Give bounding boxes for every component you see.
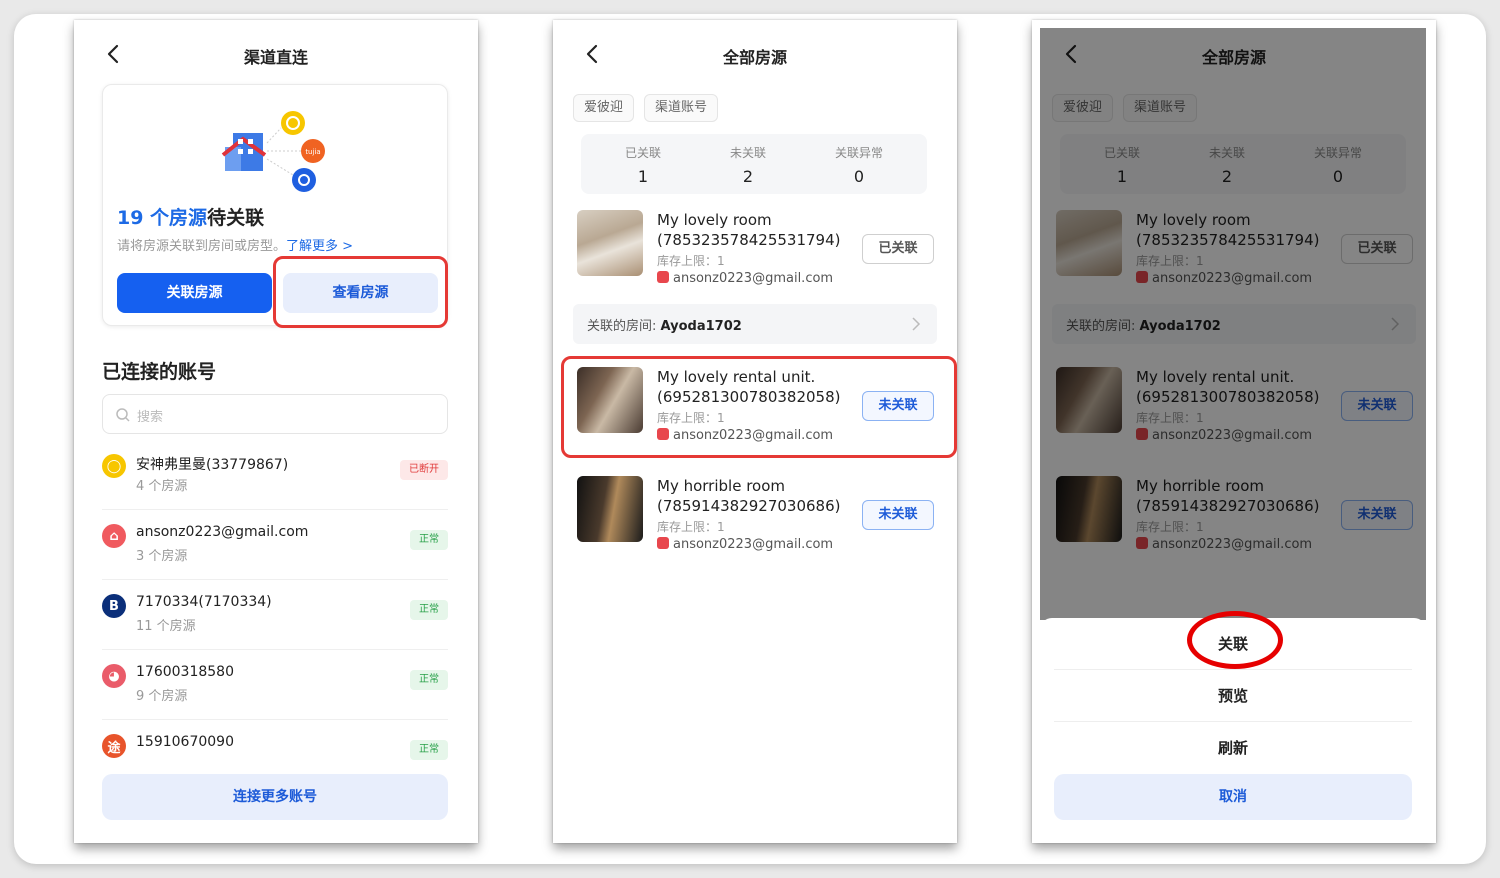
status-badge: 正常: [410, 600, 448, 620]
filter-chips: 爱彼迎 渠道账号: [573, 94, 719, 122]
account-row[interactable]: ◯ 安神弗里曼(33779867) 4 个房源 已断开: [102, 440, 448, 510]
status-badge: 已断开: [400, 460, 448, 480]
account-name: 7170334(7170334): [136, 594, 272, 610]
aibiying-icon: ◯: [102, 454, 126, 478]
linked-button[interactable]: 已关联: [862, 234, 934, 264]
xiaozhu-icon: ◕: [102, 664, 126, 688]
stat-value: 0: [853, 167, 865, 186]
account-name: 15910670090: [136, 734, 234, 750]
account-list: ◯ 安神弗里曼(33779867) 4 个房源 已断开 ⌂ ansonz0223…: [102, 440, 448, 760]
action-preview[interactable]: 预览: [1054, 670, 1412, 722]
airbnb-icon: ⌂: [102, 524, 126, 548]
account-listing-count: 9 个房源: [136, 689, 188, 704]
search-icon: [116, 408, 130, 422]
account-listing-count: 4 个房源: [136, 479, 188, 494]
account-row[interactable]: ◕ 17600318580 9 个房源 正常: [102, 650, 448, 720]
tujia-icon: 途: [102, 734, 126, 758]
account-name: 安神弗里曼(33779867): [136, 457, 289, 473]
chip-channel-account[interactable]: 渠道账号: [644, 94, 719, 122]
nav-bar: 渠道直连: [74, 20, 478, 90]
pending-count: 19 个房源: [117, 207, 208, 229]
listing-title: My horrible room (785914382927030686): [657, 477, 841, 515]
listing-thumbnail: [577, 210, 643, 276]
listing-account-email: ansonz0223@gmail.com: [673, 271, 834, 286]
chip-aibiying[interactable]: 爱彼迎: [573, 94, 635, 122]
listing-stock: 库存上限：1: [657, 520, 725, 534]
link-listings-button[interactable]: 关联房源: [117, 273, 272, 313]
listing-account: ansonz0223@gmail.com: [657, 271, 833, 286]
highlight-box: [561, 356, 957, 458]
connect-more-button[interactable]: 连接更多账号: [102, 774, 448, 820]
stat-error[interactable]: 关联异常 0: [809, 144, 909, 186]
listing-thumbnail: [577, 476, 643, 542]
linked-room-row[interactable]: 关联的房间: Ayoda1702: [573, 304, 937, 344]
listing-row[interactable]: My lovely room (785323578425531794) 库存上限…: [577, 210, 937, 298]
stat-label: 关联异常: [834, 146, 883, 160]
stat-unlinked[interactable]: 未关联 2: [698, 144, 798, 186]
highlight-circle: [1187, 611, 1283, 669]
search-placeholder: 搜索: [137, 410, 164, 425]
listing-account: ansonz0223@gmail.com: [657, 537, 833, 552]
booking-icon: B: [102, 594, 126, 618]
status-badge: 正常: [410, 530, 448, 550]
learn-more-link[interactable]: 了解更多 >: [286, 239, 353, 254]
page-title: 渠道直连: [243, 48, 308, 67]
account-row[interactable]: ⌂ ansonz0223@gmail.com 3 个房源 正常: [102, 510, 448, 580]
connected-accounts-title: 已连接的账号: [102, 361, 217, 383]
stat-value: 1: [637, 167, 649, 186]
action-refresh[interactable]: 刷新: [1054, 722, 1412, 774]
channels-illustration-icon: tujia: [221, 103, 331, 193]
linked-room-label: 关联的房间:: [587, 319, 657, 334]
stat-label: 已关联: [624, 146, 661, 160]
status-badge: 正常: [410, 670, 448, 690]
stat-value: 2: [742, 167, 754, 186]
nav-bar: 全部房源: [553, 20, 957, 90]
stat-linked[interactable]: 已关联 1: [593, 144, 693, 186]
account-row[interactable]: 途 15910670090 正常: [102, 720, 448, 760]
chevron-right-icon: [912, 317, 921, 331]
account-listing-count: 11 个房源: [136, 619, 196, 634]
listing-row[interactable]: My horrible room (785914382927030686) 库存…: [577, 476, 937, 564]
cancel-button[interactable]: 取消: [1054, 774, 1412, 820]
account-row[interactable]: B 7170334(7170334) 11 个房源 正常: [102, 580, 448, 650]
pending-suffix: 待关联: [207, 207, 265, 229]
account-listing-count: 3 个房源: [136, 549, 188, 564]
listing-title: My lovely room (785323578425531794): [657, 211, 841, 249]
stat-label: 未关联: [729, 146, 766, 160]
search-input[interactable]: 搜索: [102, 394, 448, 434]
highlight-box: [273, 256, 448, 328]
modal-backdrop[interactable]: [1040, 28, 1426, 620]
screen-channel-direct: 渠道直连 tujia 19 个房源待关联 请将房源关联到房间或房型。了解更多 >…: [74, 20, 478, 843]
pending-description: 请将房源关联到房间或房型。了解更多 >: [117, 235, 353, 254]
unlinked-button[interactable]: 未关联: [862, 500, 934, 530]
account-name: ansonz0223@gmail.com: [136, 524, 309, 540]
screen-all-listings: 全部房源 爱彼迎 渠道账号 已关联 1 未关联 2 关联异常 0 My love…: [553, 20, 957, 843]
link-stats: 已关联 1 未关联 2 关联异常 0: [581, 134, 927, 194]
linked-room-value: Ayoda1702: [660, 319, 742, 334]
pending-headline: 19 个房源待关联: [117, 203, 264, 230]
airbnb-icon: [657, 271, 669, 283]
page-title: 全部房源: [722, 48, 787, 67]
listing-account-email: ansonz0223@gmail.com: [673, 537, 834, 552]
listing-stock: 库存上限：1: [657, 254, 725, 268]
screen-all-listings-action-sheet: 全部房源 爱彼迎 渠道账号 已关联 1 未关联 2 关联异常 0 My love…: [1032, 20, 1436, 843]
airbnb-icon: [657, 537, 669, 549]
linked-room-text: 关联的房间: Ayoda1702: [587, 315, 742, 334]
account-name: 17600318580: [136, 664, 234, 680]
svg-text:tujia: tujia: [305, 148, 320, 156]
status-badge: 正常: [410, 740, 448, 760]
description-text: 请将房源关联到房间或房型。: [117, 239, 287, 254]
